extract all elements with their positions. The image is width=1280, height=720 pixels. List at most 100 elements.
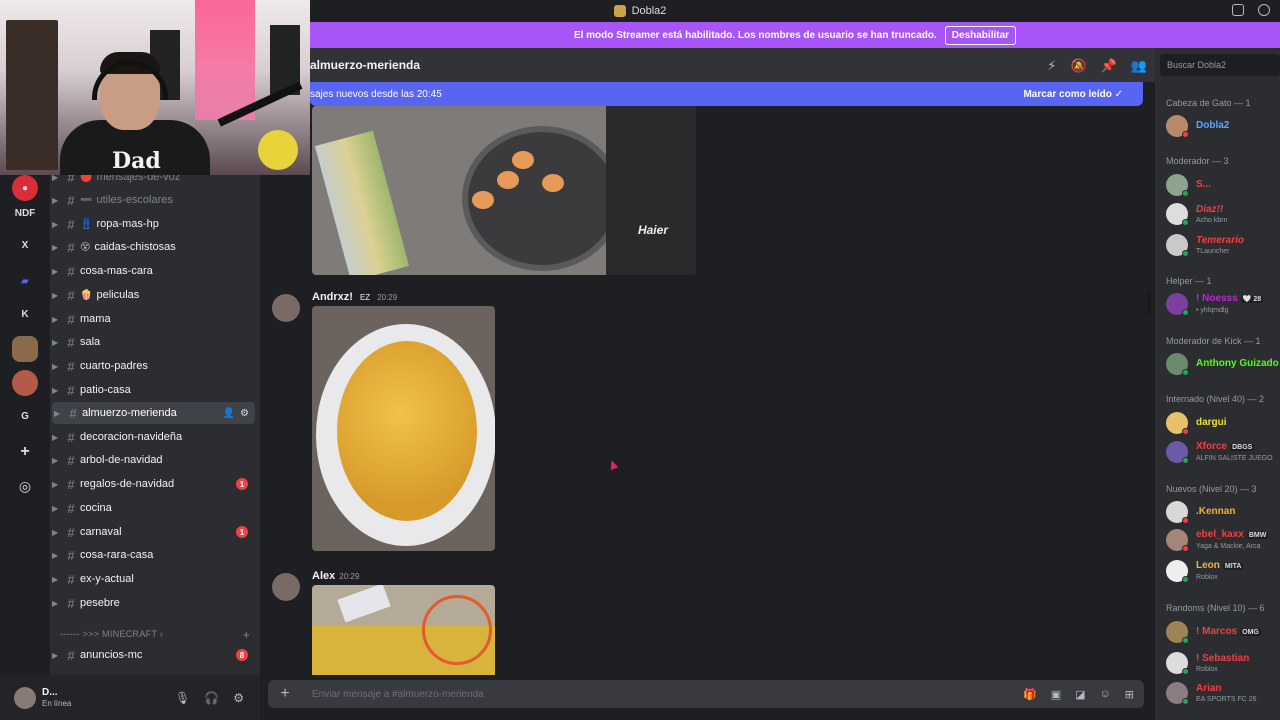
channel-item[interactable]: ▶ # 🍿 peliculas [50, 284, 255, 306]
server-avatar[interactable] [12, 370, 38, 396]
user-info[interactable]: D... En línea [42, 687, 71, 708]
gear-icon[interactable]: ⚙ [233, 691, 244, 705]
channel-item[interactable]: ▶ # cosa-mas-cara [50, 260, 255, 282]
server-icon[interactable]: ● [12, 175, 38, 201]
message-author[interactable]: Andrxz! [312, 291, 353, 303]
message-image-eggs[interactable]: Haier [312, 106, 696, 275]
expand-arrow-icon: ▶ [52, 290, 59, 300]
server-k[interactable]: K [12, 301, 38, 327]
member-item[interactable]: Diaz!! Acho kbrn [1166, 203, 1228, 226]
server-x[interactable]: X [12, 232, 38, 258]
pin-icon[interactable]: 📌 [1101, 58, 1117, 74]
member-item[interactable]: Dobla2 [1166, 115, 1229, 138]
microphone-icon[interactable]: 🎙 [175, 691, 190, 705]
threads-icon[interactable]: ⚡ [1047, 58, 1056, 74]
hash-icon: # [67, 429, 75, 445]
help-icon[interactable] [1258, 4, 1270, 16]
channel-item[interactable]: ▶ # 🔴 mensajes-de-voz [50, 175, 255, 188]
attach-plus-icon[interactable]: + [268, 685, 302, 703]
mention-badge: 1 [236, 478, 248, 490]
message-image-rice[interactable] [312, 306, 495, 551]
gift-icon[interactable]: 🎁 [1023, 688, 1037, 701]
member-item[interactable]: ! Sebastian Roblox [1166, 652, 1249, 675]
sticker-icon[interactable]: ◪ [1075, 688, 1085, 701]
channel-item[interactable]: ▶ # decoracion-navideña [50, 426, 255, 448]
member-name: dargui [1196, 417, 1227, 428]
gif-icon[interactable]: ▣ [1051, 688, 1061, 701]
member-item[interactable]: Temerario TLauncher [1166, 234, 1244, 257]
channel-item[interactable]: ▶ # ➖ utiles-escolares [50, 189, 255, 211]
channel-item[interactable]: ▶ # regalos-de-navidad 1 [50, 473, 255, 495]
member-item[interactable]: ! Noesss 🤍 28 • yhlqmdlg [1166, 293, 1264, 316]
add-server-icon[interactable]: + [12, 439, 38, 465]
inbox-icon[interactable] [1232, 4, 1244, 16]
member-item[interactable]: .Kennan [1166, 501, 1236, 524]
disable-streamer-button[interactable]: Deshabilitar [944, 25, 1017, 45]
chat-scrollbar[interactable] [1147, 290, 1151, 314]
channel-item[interactable]: ▶ # cocina [50, 497, 255, 519]
channel-label: almuerzo-merienda [82, 407, 177, 419]
member-item[interactable]: Arian EA SPORTS FC 26 [1166, 682, 1257, 705]
channel-item[interactable]: ▶ # cuarto-padres [50, 355, 255, 377]
search-input[interactable]: Buscar Dobla2 [1160, 54, 1280, 76]
status-dot [1182, 369, 1189, 376]
notification-mute-icon[interactable]: 🔕 [1070, 58, 1086, 74]
channel-label: ropa-mas-hp [96, 218, 159, 230]
server-g[interactable]: G [12, 403, 38, 429]
category-minecraft[interactable]: ------ >>> MINECRAFT › + [60, 628, 250, 642]
avatar[interactable] [272, 294, 300, 322]
channel-item[interactable]: ▶ # 😵 caidas-chistosas [50, 236, 255, 258]
status-dot [1182, 309, 1189, 316]
hash-icon: # [67, 571, 75, 587]
hash-icon: # [67, 287, 75, 303]
gear-icon[interactable]: ⚙ [240, 408, 249, 419]
new-messages-bar[interactable]: sajes nuevos desde las 20:45 Marcar como… [310, 82, 1143, 106]
member-item[interactable]: dargui [1166, 412, 1227, 435]
member-name: .Kennan [1196, 506, 1236, 517]
server-ndf[interactable]: NDF [12, 200, 38, 226]
member-item[interactable]: Anthony Guizado [1166, 353, 1279, 376]
channel-item[interactable]: ▶ # carnaval 1 [50, 521, 255, 543]
avatar[interactable] [14, 686, 36, 709]
avatar[interactable] [272, 573, 300, 601]
streamer-message: El modo Streamer está habilitado. Los no… [573, 29, 937, 41]
member-item[interactable]: Leon MITA Roblox [1166, 560, 1244, 583]
apps-icon[interactable]: ⊞ [1125, 688, 1134, 701]
mouse-cursor [607, 458, 619, 471]
channel-item-active[interactable]: ▶ # almuerzo-merienda 👤 ⚙ [52, 402, 255, 424]
message-input[interactable] [312, 688, 1024, 700]
message-author[interactable]: Alex [312, 570, 335, 582]
titlebar-controls [1232, 4, 1270, 16]
member-name-text: ebel_kaxx [1196, 529, 1244, 540]
channel-item[interactable]: ▶ # ex-y-actual [50, 568, 255, 590]
discover-icon[interactable]: ◎ [12, 473, 38, 499]
channel-label: patio-casa [80, 384, 131, 396]
member-item[interactable]: Xforce DBGS ALFIN SALISTE JUEGO [1166, 441, 1273, 464]
member-item[interactable]: S... [1166, 174, 1211, 197]
server-avatar[interactable] [12, 336, 38, 362]
mark-as-read-button[interactable]: Marcar como leído ✓ [1023, 89, 1123, 100]
message-image-meal[interactable] [312, 585, 495, 675]
channel-item[interactable]: ▶ # cosa-rara-casa [50, 544, 255, 566]
channel-item[interactable]: ▶ # pesebre [50, 592, 255, 614]
emoji-icon[interactable]: ☺ [1100, 688, 1111, 701]
channel-item[interactable]: ▶ # arbol-de-navidad [50, 449, 255, 471]
user-name: D... [42, 687, 58, 698]
avatar [1166, 203, 1189, 226]
invite-icon[interactable]: 👤 [223, 408, 235, 419]
channel-item[interactable]: ▶ # patio-casa [50, 379, 255, 401]
channel-item[interactable]: ▶ # 👖 ropa-mas-hp [50, 213, 255, 235]
expand-arrow-icon: ▶ [52, 314, 59, 324]
members-icon[interactable]: 👥 [1131, 58, 1147, 74]
add-channel-icon[interactable]: + [243, 628, 250, 642]
channel-item[interactable]: ▶ # sala [50, 331, 255, 353]
webcam-neon-light [195, 0, 255, 120]
folder-icon[interactable]: ▰ [12, 268, 38, 294]
headphones-icon[interactable]: 🎧 [204, 691, 219, 705]
member-item[interactable]: ! Marcos OMG [1166, 621, 1261, 644]
channel-item[interactable]: ▶ # mama [50, 308, 255, 330]
hash-icon: # [67, 216, 75, 232]
channel-item[interactable]: ▶ # anuncios-mc 8 [50, 644, 255, 666]
member-name: Diaz!! [1196, 203, 1224, 215]
member-item[interactable]: ebel_kaxx BMW Yaga & Mackie, Arca [1166, 529, 1269, 552]
